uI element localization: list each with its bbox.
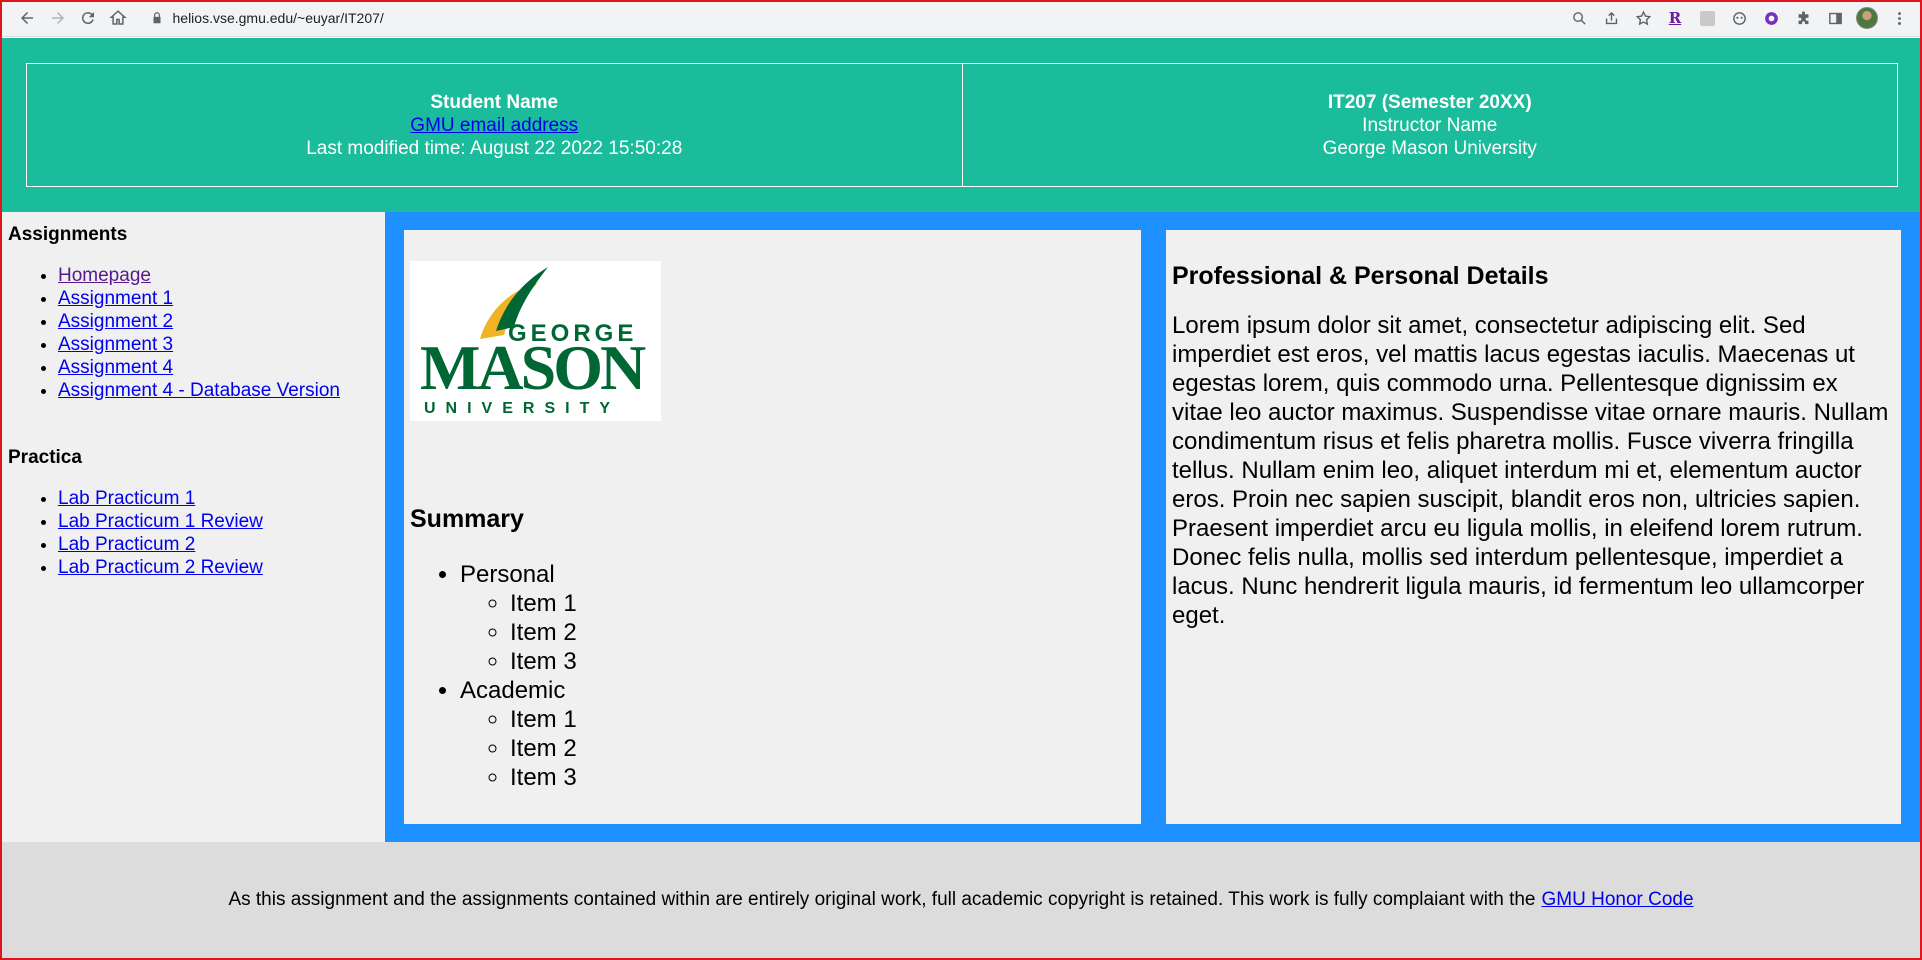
logo-word-university: UNIVERSITY <box>424 400 620 417</box>
assignments-list: Homepage Assignment 1 Assignment 2 Assig… <box>58 264 379 402</box>
list-item: Item 1 <box>510 705 577 734</box>
list-item: Item 2 <box>510 618 577 647</box>
list-item: Assignment 2 <box>58 310 379 333</box>
side-panel-icon[interactable] <box>1824 7 1846 29</box>
share-icon[interactable] <box>1600 7 1622 29</box>
zoom-icon[interactable] <box>1568 7 1590 29</box>
extension-purple-icon[interactable] <box>1760 7 1782 29</box>
home-icon <box>109 10 128 25</box>
course-info-cell: IT207 (Semester 20XX) Instructor Name Ge… <box>961 64 1898 186</box>
more-menu-icon[interactable] <box>1888 7 1910 29</box>
nav-link-assignment-4-db[interactable]: Assignment 4 - Database Version <box>58 380 340 401</box>
summary-list: Personal Item 1 Item 2 Item 3 Academic I… <box>410 560 577 792</box>
student-name: Student Name <box>430 91 559 113</box>
honor-code-link[interactable]: GMU Honor Code <box>1542 889 1694 911</box>
extension-r-icon[interactable]: R <box>1664 7 1686 29</box>
details-panel: Professional & Personal Details Lorem ip… <box>1166 230 1901 824</box>
summary-group-personal: Personal <box>460 561 555 588</box>
page-footer: As this assignment and the assignments c… <box>2 842 1920 958</box>
extension-gray-icon[interactable] <box>1696 7 1718 29</box>
nav-link-assignment-1[interactable]: Assignment 1 <box>58 288 173 309</box>
header-table: Student Name GMU email address Last modi… <box>26 63 1898 187</box>
list-item: Lab Practicum 2 Review <box>58 556 379 579</box>
details-body: Lorem ipsum dolor sit amet, consectetur … <box>1172 312 1889 629</box>
details-heading: Professional & Personal Details <box>1172 262 1549 290</box>
nav-link-assignment-2[interactable]: Assignment 2 <box>58 311 173 332</box>
gmu-logo-graphic: GEORGE MASON UNIVERSITY <box>420 267 649 417</box>
extension-r-label: R <box>1668 9 1682 27</box>
main-content: GEORGE MASON UNIVERSITY Summary Personal… <box>385 212 1920 842</box>
arrow-left-icon <box>21 12 34 24</box>
profile-avatar[interactable] <box>1856 7 1878 29</box>
nav-link-lab-practicum-2[interactable]: Lab Practicum 2 <box>58 534 195 555</box>
puzzle-icon[interactable] <box>1792 7 1814 29</box>
assignments-heading: Assignments <box>8 224 128 245</box>
list-item: Lab Practicum 1 <box>58 487 379 510</box>
course-title: IT207 (Semester 20XX) <box>1327 91 1532 113</box>
browser-toolbar: helios.vse.gmu.edu/~euyar/IT207/ R <box>0 0 1922 37</box>
email-link[interactable]: GMU email address <box>410 114 578 137</box>
student-info-cell: Student Name GMU email address Last modi… <box>27 64 962 186</box>
list-item: Assignment 4 <box>58 356 379 379</box>
back-button[interactable] <box>12 2 42 34</box>
nav-link-lab-practicum-1[interactable]: Lab Practicum 1 <box>58 488 195 509</box>
address-bar[interactable]: helios.vse.gmu.edu/~euyar/IT207/ <box>144 4 1568 32</box>
list-item: Item 2 <box>510 734 577 763</box>
page-header: Student Name GMU email address Last modi… <box>2 38 1920 212</box>
list-item: Assignment 4 - Database Version <box>58 379 379 402</box>
summary-group-academic: Academic <box>460 677 566 704</box>
sidebar: Assignments Homepage Assignment 1 Assign… <box>2 212 385 842</box>
nav-link-assignment-4[interactable]: Assignment 4 <box>58 357 173 378</box>
list-item: Item 3 <box>510 647 577 676</box>
nav-link-lab-practicum-1-review[interactable]: Lab Practicum 1 Review <box>58 511 263 532</box>
list-item: Personal Item 1 Item 2 Item 3 <box>460 560 577 676</box>
list-item: Lab Practicum 1 Review <box>58 510 379 533</box>
nav-link-lab-practicum-2-review[interactable]: Lab Practicum 2 Review <box>58 557 263 578</box>
list-item: Assignment 3 <box>58 333 379 356</box>
list-item: Lab Practicum 2 <box>58 533 379 556</box>
last-modified: Last modified time: August 22 2022 15:50… <box>306 137 683 159</box>
practica-list: Lab Practicum 1 Lab Practicum 1 Review L… <box>58 487 379 579</box>
footer-text: As this assignment and the assignments c… <box>228 889 1536 910</box>
url-text[interactable]: helios.vse.gmu.edu/~euyar/IT207/ <box>173 10 384 26</box>
forward-button[interactable] <box>42 2 72 34</box>
home-button[interactable] <box>103 2 133 34</box>
list-item: Item 1 <box>510 589 577 618</box>
nav-link-homepage[interactable]: Homepage <box>58 265 151 286</box>
summary-heading: Summary <box>410 505 524 533</box>
practica-heading: Practica <box>8 447 82 468</box>
extension-circle-icon[interactable] <box>1728 7 1750 29</box>
list-item: Item 3 <box>510 763 577 792</box>
nav-link-assignment-3[interactable]: Assignment 3 <box>58 334 173 355</box>
list-item: Academic Item 1 Item 2 Item 3 <box>460 676 577 792</box>
instructor-name: Instructor Name <box>1362 114 1498 136</box>
list-item: Assignment 1 <box>58 287 379 310</box>
logo-word-mason: MASON <box>420 332 646 403</box>
reload-icon <box>81 12 94 25</box>
arrow-right-icon <box>51 12 64 24</box>
list-item: Homepage <box>58 264 379 287</box>
bookmark-star-icon[interactable] <box>1632 7 1654 29</box>
summary-panel: GEORGE MASON UNIVERSITY Summary Personal… <box>404 230 1141 824</box>
reload-button[interactable] <box>73 2 103 34</box>
lock-icon <box>153 12 160 24</box>
gmu-logo: GEORGE MASON UNIVERSITY <box>410 261 661 421</box>
university-name: George Mason University <box>1322 137 1537 159</box>
